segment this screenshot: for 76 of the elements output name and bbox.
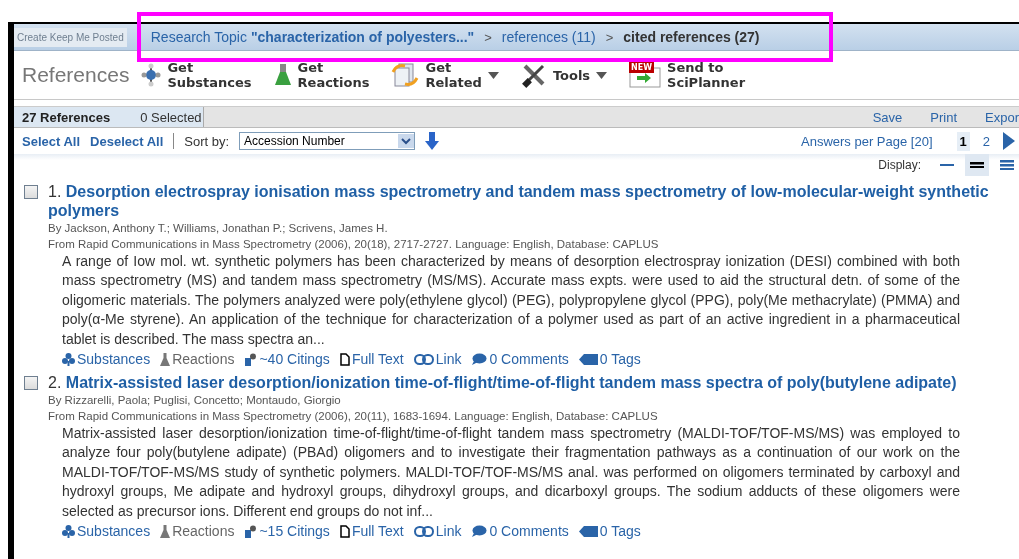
- breadcrumb-separator: >: [605, 29, 614, 45]
- toolbar-button[interactable]: Get Related: [391, 60, 499, 90]
- result-action-link[interactable]: 0 Comments: [471, 523, 569, 540]
- document-icon: [339, 352, 350, 366]
- result-checkbox[interactable]: [24, 185, 38, 199]
- result-title[interactable]: 2. Matrix-assisted laser desorption/ionization time-of-flight/time-of-flight tandem mass spectra of poly(butylene adipate): [48, 373, 1008, 393]
- next-page-icon[interactable]: [1003, 132, 1015, 150]
- result-action-link[interactable]: 0 Tags: [578, 523, 641, 540]
- result-authors: By Rizzarelli, Paola; Puglisi, Concetto; Montaudo, Giorgio: [48, 393, 342, 409]
- result-authors: By Jackson, Anthony T.; Williams, Jonathan P.; Scrivens, James H.: [48, 221, 389, 236]
- breadcrumb-separator: >: [484, 29, 492, 45]
- toolbar-button[interactable]: NEW Send to SciPlanner: [629, 60, 746, 90]
- action-link[interactable]: Save: [872, 109, 903, 125]
- citation-icon: [244, 352, 258, 366]
- chain-link-icon: [413, 525, 434, 537]
- lines-icon: [1000, 159, 1014, 171]
- tag-icon: [578, 525, 598, 537]
- sort-label: Sort by:: [184, 133, 230, 149]
- molecule-icon: [141, 63, 162, 87]
- answers-per-page-link[interactable]: Answers per Page [20]: [801, 133, 933, 149]
- lines-icon: [940, 163, 954, 167]
- result-abstract: A range of Iow mol. wt. synthetic polymers has been characterized by means of desorption electrospray ionization (DESI) combined with both mass spectrometry (MS) and tandem mass spectrometry (MS/MS). Accurate mass expts. were used to aid the structural detn. of some of the oligomeric materials. The polymers analyzed were poly(ethylene glycol) (PEG), polypropylene glycol (PPG), poly(Me methacrylate) (PMMA) and poly(α-Me styrene). An application of the technique for characterization of a polymer used as part of an active ingredient in a pharmaceutical tablet is described. The mass spectra an...: [62, 252, 960, 349]
- result-action-link[interactable]: Reactions: [160, 523, 235, 540]
- action-link[interactable]: Print: [930, 109, 958, 125]
- toolbar-button[interactable]: Tools: [520, 62, 608, 88]
- result-source: From Rapid Communications in Mass Spectrometry (2006), 20(11), 1683-1694. Language: English, Database: CAPLUS: [48, 409, 659, 425]
- result-action-link[interactable]: Link: [413, 523, 462, 540]
- page-link[interactable]: 2: [979, 131, 993, 151]
- result-checkbox[interactable]: [24, 376, 38, 391]
- select-all-link[interactable]: Select All: [22, 133, 81, 149]
- result-action-link[interactable]: 0 Comments: [471, 351, 569, 368]
- caret-icon: [487, 71, 499, 79]
- flask-icon: [160, 524, 171, 538]
- result-action-link[interactable]: Substances: [62, 523, 151, 540]
- citation-icon: [244, 524, 258, 538]
- display-label: Display:: [878, 158, 921, 172]
- molecule-icon: [62, 524, 75, 538]
- result-source: From Rapid Communications in Mass Spectrometry (2006), 20(18), 2717-2727. Language: English, Database: CAPLUS: [48, 237, 660, 252]
- display-mode-button[interactable]: [965, 154, 989, 176]
- documents-arrows-icon: [391, 62, 420, 88]
- chain-link-icon: [413, 353, 434, 365]
- sort-descending-icon[interactable]: [425, 132, 440, 150]
- lines-icon: [970, 161, 984, 169]
- new-badge: NEW: [629, 62, 655, 73]
- result-action-link[interactable]: ~40 Citings: [244, 351, 330, 368]
- result-abstract: Matrix-assisted laser desorption/ionization time-of-flight/time-of-flight tandem mass spectrometry (MALDI-TOF/TOF-MS/MS) was employed to analyze four poly(butylene adipate) (PBAd) oligomers and to investigate their fragmentation pathways as a continuation of our work on the MALDI-TOF/TOF-MS/MS study of synthetic polymers. MALDI-TOF/TOF-MS/MS anal. was performed on oligomers terminated by carboxyl and hydroxyl groups, Me adipate and hydroxyl groups, dihydroxyl groups, and dicarboxyl groups. The sodium adducts of these oligomers were selected as precursor ions. Different end groups do not inf...: [62, 424, 960, 521]
- speech-bubble-icon: [471, 524, 488, 538]
- caret-icon: [596, 71, 608, 79]
- result-action-link[interactable]: Link: [413, 351, 462, 368]
- breadcrumb-link[interactable]: Research Topic "characterization of polyesters...": [150, 29, 475, 45]
- page-link[interactable]: 1: [956, 131, 970, 151]
- speech-bubble-icon: [471, 352, 488, 366]
- tag-icon: [578, 353, 598, 365]
- toolbar-button[interactable]: Get Substances: [141, 60, 252, 90]
- result-action-link[interactable]: Substances: [62, 351, 151, 368]
- result-action-link[interactable]: Full Text: [339, 351, 404, 368]
- flask-icon: [160, 352, 171, 366]
- molecule-icon: [62, 352, 75, 366]
- breadcrumb-link[interactable]: references (11): [501, 29, 596, 45]
- selected-count: 0 Selected: [140, 109, 202, 125]
- deselect-all-link[interactable]: Deselect All: [90, 133, 164, 149]
- reference-count: 27 References: [22, 109, 111, 125]
- result-action-link[interactable]: Reactions: [160, 351, 235, 368]
- toolbar-button[interactable]: Get Reactions: [273, 60, 370, 90]
- result-action-link[interactable]: Full Text: [339, 523, 404, 540]
- document-icon: [339, 524, 350, 538]
- result-action-link[interactable]: ~15 Citings: [244, 523, 330, 540]
- tools-icon: [520, 62, 547, 88]
- page-title: References: [22, 63, 130, 87]
- result-title[interactable]: 1. Desorption electrospray ionisation mass spectrometry and tandem mass spectrometry of low-molecular-weight synthetic polymers: [48, 182, 1008, 220]
- result-action-link[interactable]: 0 Tags: [578, 351, 641, 368]
- keep-me-posted-button[interactable]: Create Keep Me Posted: [14, 27, 127, 47]
- action-link[interactable]: Expor: [985, 109, 1019, 125]
- flask-icon: [273, 63, 292, 87]
- breadcrumb-current: cited references (27): [623, 29, 760, 45]
- sort-dropdown[interactable]: Accession Number: [239, 132, 416, 150]
